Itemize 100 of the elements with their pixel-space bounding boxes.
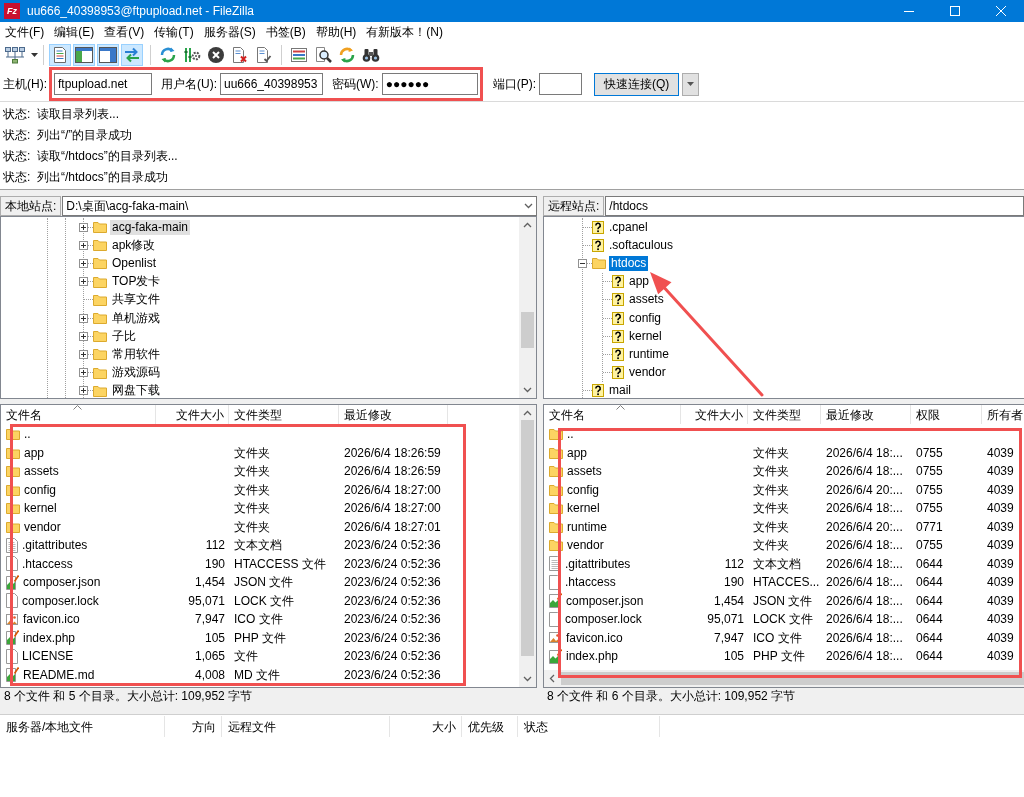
column-header[interactable]: 大小	[390, 716, 462, 737]
folder-icon	[93, 239, 107, 252]
plus-box-icon[interactable]	[79, 349, 88, 359]
column-header[interactable]: 状态	[518, 716, 660, 737]
plus-box-icon[interactable]	[79, 368, 88, 378]
permissions: 0755	[916, 501, 943, 516]
tree-item[interactable]: 子比	[110, 328, 138, 344]
document-check-icon[interactable]	[255, 45, 273, 64]
tree-item[interactable]: app	[627, 274, 652, 290]
column-header[interactable]: 文件大小	[681, 405, 748, 424]
column-header[interactable]: 最近修改	[339, 405, 448, 424]
column-header[interactable]: 权限	[911, 405, 982, 424]
port-field[interactable]	[539, 73, 582, 95]
table-rows-icon[interactable]	[290, 45, 308, 64]
tree-item[interactable]: .softaculous	[607, 237, 676, 253]
tree-item[interactable]: .cpanel	[607, 219, 650, 235]
column-header[interactable]: 服务器/本地文件	[0, 716, 165, 737]
menu-item[interactable]: 帮助(H)	[310, 23, 362, 41]
modified-time: 2023/6/24 0:52:36	[344, 612, 441, 627]
column-header[interactable]: 文件类型	[748, 405, 821, 424]
column-header[interactable]: 文件名	[1, 405, 156, 424]
view-toggle-button[interactable]	[97, 43, 119, 66]
modified-time: 2026/6/4 18:...	[826, 649, 903, 664]
menu-item[interactable]: 传输(T)	[149, 23, 199, 41]
scrollbar-thumb[interactable]	[521, 420, 534, 656]
column-header[interactable]: 优先级	[462, 716, 518, 737]
chevron-down-icon[interactable]	[524, 203, 533, 209]
menu-item[interactable]: 文件(F)	[0, 23, 50, 41]
tree-item[interactable]: 常用软件	[110, 346, 162, 362]
host-field[interactable]: ftpupload.net	[54, 73, 152, 95]
owner: 4039	[987, 538, 1014, 553]
tree-item[interactable]: config	[627, 310, 664, 326]
tree-item[interactable]: Openlist	[110, 255, 159, 271]
username-field[interactable]: uu666_40398953	[220, 73, 323, 95]
folder-icon	[6, 502, 20, 515]
tree-item[interactable]: 共享文件	[110, 292, 162, 308]
modified-time: 2023/6/24 0:52:36	[344, 556, 441, 571]
plus-box-icon[interactable]	[79, 313, 88, 323]
tree-item[interactable]: 单机游戏	[110, 310, 162, 326]
menu-item[interactable]: 服务器(S)	[198, 23, 261, 41]
chevron-up-icon[interactable]	[523, 222, 532, 228]
menu-item[interactable]: 查看(V)	[99, 23, 150, 41]
refresh-icon[interactable]	[159, 45, 177, 64]
tree-item[interactable]: 游戏源码	[110, 365, 162, 381]
column-header[interactable]: 文件大小	[156, 405, 229, 424]
menu-item[interactable]: 有新版本！(N)	[361, 23, 448, 41]
remote-path-field[interactable]: /htdocs	[605, 196, 1024, 216]
plus-box-icon[interactable]	[79, 331, 88, 341]
file-name: .htaccess	[565, 574, 616, 592]
scrollbar-thumb[interactable]	[521, 312, 534, 348]
tree-item[interactable]: assets	[627, 292, 666, 308]
magnifier-icon[interactable]	[314, 45, 332, 64]
quickconnect-button[interactable]: 快速连接(Q)	[594, 72, 680, 96]
modified-time: 2026/6/4 18:...	[826, 575, 903, 590]
menu-item[interactable]: 书签(B)	[260, 23, 311, 41]
tree-item[interactable]: TOP发卡	[110, 274, 163, 290]
x-circle-icon[interactable]	[207, 45, 225, 64]
tree-item[interactable]: apk修改	[110, 237, 158, 253]
plus-box-icon[interactable]	[79, 258, 88, 268]
chevron-down-icon[interactable]	[523, 387, 532, 393]
modified-time: 2026/6/4 18:26:59	[344, 464, 441, 479]
tree-item[interactable]: kernel	[627, 328, 664, 344]
scrollbar[interactable]	[519, 405, 536, 687]
column-header[interactable]: 文件名	[544, 405, 681, 424]
local-path-combobox[interactable]: D:\桌面\acg-faka-main\	[62, 196, 537, 216]
view-toggle-button[interactable]	[73, 43, 95, 66]
sync-arrows-icon[interactable]	[338, 45, 356, 64]
column-header[interactable]: 方向	[165, 716, 222, 737]
column-header[interactable]: 最近修改	[821, 405, 911, 424]
column-header[interactable]: 文件类型	[229, 405, 339, 424]
menu-item[interactable]: 编辑(E)	[49, 23, 100, 41]
view-toggle-button[interactable]	[49, 43, 71, 66]
plus-box-icon[interactable]	[79, 222, 88, 232]
column-header[interactable]: 远程文件	[222, 716, 390, 737]
scrollbar[interactable]	[519, 217, 536, 398]
password-field[interactable]: ●●●●●●	[381, 73, 478, 95]
chevron-left-icon[interactable]	[549, 674, 555, 683]
tree-item[interactable]: htdocs	[609, 255, 649, 271]
caret-down-icon[interactable]	[31, 52, 38, 57]
plus-box-icon[interactable]	[79, 240, 88, 250]
tree-item[interactable]: mail	[607, 383, 633, 398]
tree-item[interactable]: runtime	[627, 346, 671, 362]
tree-item[interactable]: vendor	[627, 365, 668, 381]
column-header[interactable]: 所有者	[982, 405, 1024, 424]
tree-item[interactable]: 网盘下载	[110, 383, 162, 398]
sliders-gear-icon[interactable]	[183, 45, 201, 64]
minus-box-icon[interactable]	[578, 258, 587, 268]
dropdown-button[interactable]	[682, 72, 700, 96]
plus-box-icon[interactable]	[79, 386, 88, 396]
tree-item[interactable]: acg-faka-main	[110, 219, 191, 235]
modified-time: 2026/6/4 18:...	[826, 445, 903, 460]
network-grid-icon[interactable]	[4, 45, 26, 64]
file-type: 文件夹	[753, 538, 789, 553]
document-x-icon[interactable]	[231, 45, 249, 64]
chevron-up-icon[interactable]	[523, 410, 532, 416]
plus-box-icon[interactable]	[79, 277, 88, 287]
log-message: 列出“/”的目录成功	[37, 126, 133, 144]
view-toggle-button[interactable]	[121, 43, 143, 66]
chevron-down-icon[interactable]	[523, 676, 532, 682]
file-name: .gitattributes	[565, 555, 631, 573]
